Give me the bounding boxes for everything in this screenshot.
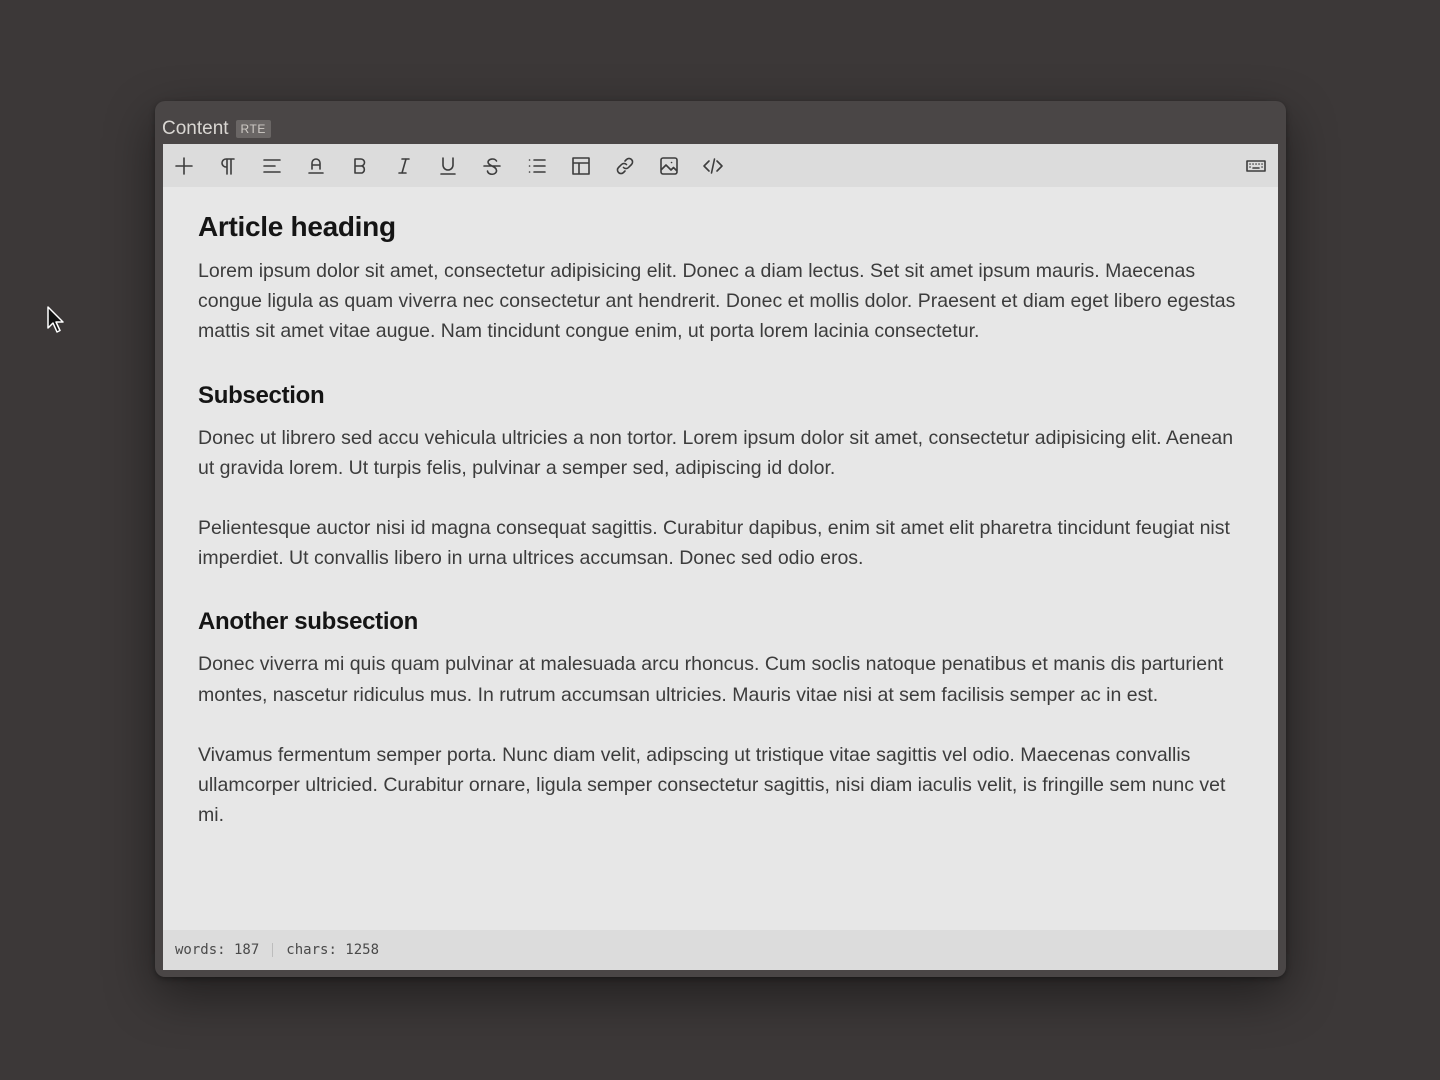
rich-text-editor: Article heading Lorem ipsum dolor sit am… xyxy=(163,144,1278,970)
paragraph-icon xyxy=(221,158,235,175)
bold-button[interactable] xyxy=(346,152,374,180)
editor-toolbar xyxy=(163,144,1278,187)
keyboard-shortcuts-button[interactable] xyxy=(1242,152,1270,180)
link-icon xyxy=(616,157,634,175)
keyboard-icon xyxy=(1246,160,1266,172)
italic-button[interactable] xyxy=(390,152,418,180)
field-label-text: Content xyxy=(162,118,229,139)
subsection-heading: Subsection xyxy=(198,381,325,409)
table-icon xyxy=(572,157,590,175)
editor-status-bar: words: 187 chars: 1258 xyxy=(163,930,1278,970)
another-subsection-paragraph-2: Vivamus fermentum semper porta. Nunc dia… xyxy=(198,743,1226,827)
bullet-list-button[interactable] xyxy=(523,152,551,180)
align-button[interactable] xyxy=(258,152,286,180)
underline-icon xyxy=(440,157,456,175)
image-button[interactable] xyxy=(655,152,683,180)
text-color-button[interactable] xyxy=(302,152,330,180)
another-subsection-heading: Another subsection xyxy=(198,608,418,636)
underline-button[interactable] xyxy=(434,152,462,180)
word-count: words: 187 xyxy=(175,942,260,958)
another-subsection-paragraph-1: Donec viverra mi quis quam pulvinar at m… xyxy=(198,653,1224,706)
editor-content[interactable]: Article heading Lorem ipsum dolor sit am… xyxy=(163,187,1278,930)
plus-icon xyxy=(175,157,193,175)
subsection-paragraph-1: Donec ut librero sed accu vehicula ultri… xyxy=(198,426,1234,479)
bold-icon xyxy=(354,158,366,174)
text-color-icon xyxy=(308,158,324,174)
code-button[interactable] xyxy=(699,152,727,180)
field-label: Content RTE xyxy=(162,117,271,141)
insert-block-button[interactable] xyxy=(170,152,198,180)
strikethrough-icon xyxy=(483,158,501,176)
bullet-list-icon xyxy=(528,159,546,173)
char-count: chars: 1258 xyxy=(286,942,380,958)
rte-badge: RTE xyxy=(235,120,271,138)
subsection-paragraph-2: Pelientesque auctor nisi id magna conseq… xyxy=(198,517,1230,570)
article-heading: Article heading xyxy=(198,211,396,242)
code-icon xyxy=(703,158,723,174)
table-button[interactable] xyxy=(567,152,595,180)
mouse-cursor-icon xyxy=(47,306,64,333)
desktop-stage: Content RTE Article heading Lorem ipsum … xyxy=(0,0,1440,1080)
image-icon xyxy=(660,157,678,175)
strikethrough-button[interactable] xyxy=(478,152,506,180)
link-button[interactable] xyxy=(611,152,639,180)
paragraph-format-button[interactable] xyxy=(214,152,242,180)
align-left-icon xyxy=(263,159,281,173)
status-divider xyxy=(272,943,274,957)
italic-icon xyxy=(398,158,410,174)
intro-paragraph: Lorem ipsum dolor sit amet, consectetur … xyxy=(198,260,1236,343)
